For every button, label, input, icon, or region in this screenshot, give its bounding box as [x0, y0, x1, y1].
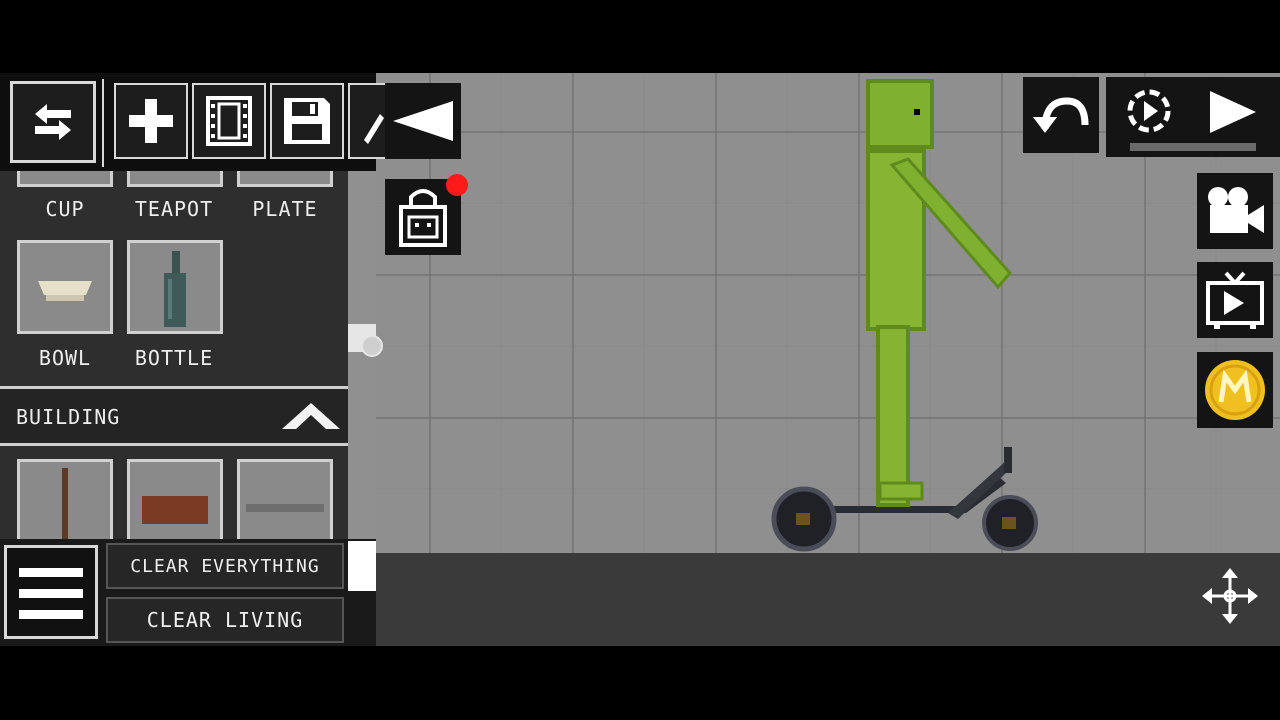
film-button[interactable]	[192, 83, 266, 159]
tools-button[interactable]	[348, 83, 388, 159]
playback-controls	[1106, 77, 1280, 157]
floppy-save-icon	[284, 98, 330, 144]
game-viewport: CUP TEAPOT PLATE BOWL BOTTLE BUILDING CL…	[0, 73, 1280, 646]
bowl-icon	[38, 281, 92, 301]
metal-beam-icon	[246, 504, 324, 512]
undo-button[interactable]	[1023, 77, 1099, 153]
move-arrows-icon	[1202, 568, 1258, 624]
video-camera-icon	[1208, 187, 1264, 233]
plus-icon	[129, 99, 173, 143]
lock-bag-icon	[399, 189, 447, 247]
tv-button[interactable]	[1197, 262, 1273, 338]
scroll-indicator-dot	[361, 335, 383, 357]
triangle-left-icon	[393, 101, 453, 141]
notification-dot	[446, 174, 468, 196]
swap-arrows-icon	[35, 104, 71, 140]
tv-play-icon	[1206, 271, 1264, 329]
menu-button[interactable]	[4, 545, 98, 639]
swap-button[interactable]	[10, 81, 96, 163]
item-label-teapot[interactable]: TEAPOT	[119, 197, 229, 221]
film-strip-icon	[206, 96, 252, 146]
item-thumb-bottle[interactable]	[127, 240, 223, 334]
bottom-bar: CLEAR EVERYTHING CLEAR LIVING	[0, 539, 376, 646]
slow-motion-icon[interactable]	[1124, 87, 1174, 135]
wood-pole-icon	[62, 468, 68, 548]
wood-plank-icon	[142, 496, 208, 524]
top-toolbar	[0, 73, 388, 171]
item-label-cup[interactable]: CUP	[10, 197, 120, 221]
category-building[interactable]: BUILDING	[0, 386, 348, 446]
coin-icon	[1205, 360, 1265, 420]
time-scale-slider[interactable]	[1130, 143, 1256, 151]
item-label-bowl[interactable]: BOWL	[10, 346, 120, 370]
item-label-plate[interactable]: PLATE	[230, 197, 340, 221]
chevron-up-icon[interactable]	[282, 403, 340, 429]
add-button[interactable]	[114, 83, 188, 159]
play-icon[interactable]	[1210, 91, 1256, 133]
scene[interactable]	[760, 73, 1060, 553]
bottle-icon	[164, 251, 186, 327]
camera-button[interactable]	[1197, 173, 1273, 249]
item-label-bottle[interactable]: BOTTLE	[119, 346, 229, 370]
collapse-panel-button[interactable]	[385, 83, 461, 159]
coin-button[interactable]	[1197, 352, 1273, 428]
hamburger-menu-icon	[19, 568, 83, 619]
clear-everything-button[interactable]: CLEAR EVERYTHING	[106, 543, 344, 589]
item-thumb-bowl[interactable]	[17, 240, 113, 334]
wrench-icon	[364, 114, 384, 144]
save-button[interactable]	[270, 83, 344, 159]
move-camera-button[interactable]	[1197, 563, 1263, 629]
bottom-bar-slider[interactable]	[348, 541, 376, 591]
undo-arrow-icon	[1033, 97, 1089, 133]
toolbar-divider	[102, 79, 104, 167]
melon-ragdoll[interactable]	[866, 79, 1012, 507]
floor	[376, 553, 1280, 646]
category-title: BUILDING	[16, 405, 121, 429]
clear-living-button[interactable]: CLEAR LIVING	[106, 597, 344, 643]
